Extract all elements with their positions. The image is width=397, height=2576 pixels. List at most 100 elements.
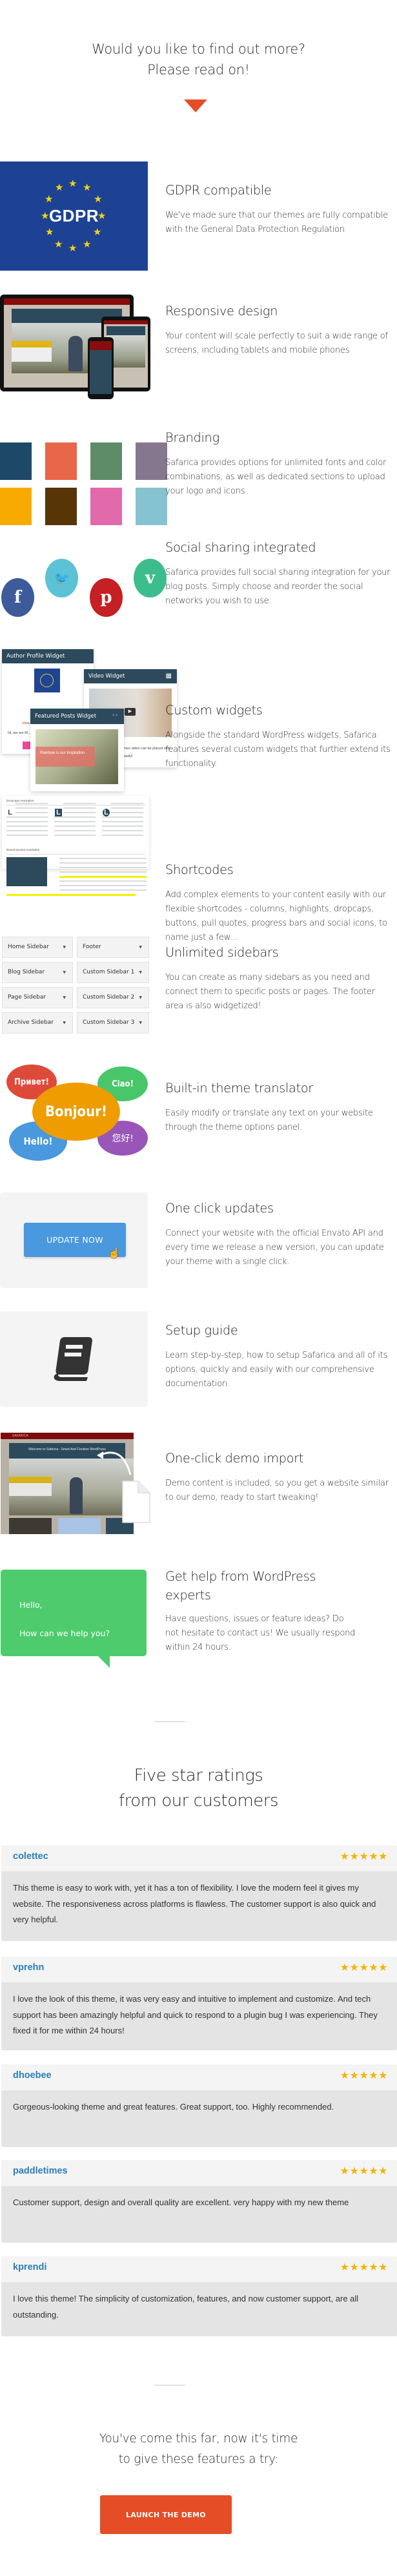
file-import-icon [97, 1451, 150, 1523]
reviewer-name[interactable]: kprendi [13, 2262, 46, 2272]
facebook-icon: f [1, 578, 34, 617]
feature-description: Learn step-by-step, how to setup Safaric… [165, 1351, 388, 1389]
color-swatch [90, 488, 122, 525]
sidebar-dropdown[interactable]: Page Sidebar ▼ [2, 987, 73, 1008]
feature-title: One click updates [165, 1201, 274, 1216]
sidebar-dropdown[interactable]: Archive Sidebar ▼ [2, 1012, 73, 1034]
feature-title: Responsive design [165, 304, 278, 318]
feature-description: Safarica provides options for unlimited … [165, 458, 387, 496]
reviewer-name[interactable]: vprehn [13, 1962, 44, 1973]
feature-description: Add complex elements to your content eas… [165, 890, 387, 942]
review-text: This theme is easy to work with, yet it … [13, 1883, 376, 1924]
feature-description: Have questions, issues or feature ideas?… [165, 1614, 356, 1652]
reviewer-name[interactable]: dhoebee [13, 2070, 52, 2081]
pinterest-icon: p [90, 578, 123, 617]
caret-down-icon: ▼ [139, 970, 142, 975]
play-icon: ▶ [125, 708, 136, 716]
caret-down-icon: ▼ [139, 1021, 142, 1025]
reviewer-name[interactable]: colettec [13, 1851, 48, 1862]
star-rating-icon: ★★★★★ [340, 2262, 388, 2273]
star-rating-icon: ★★★★★ [340, 2070, 388, 2081]
caret-down-icon: ▼ [63, 945, 66, 950]
feature-title: Unlimited sidebars [165, 945, 279, 960]
sidebar-dropdown[interactable]: Blog Sidebar ▼ [2, 962, 73, 983]
feature-title: GDPR compatible [165, 183, 272, 198]
feature-description: Your content will scale perfectly to sui… [165, 331, 388, 355]
caret-down-icon: ▼ [139, 945, 142, 950]
cta-heading: You've come this far, now it's time to g… [99, 2432, 298, 2466]
sidebar-label: Footer [83, 944, 101, 950]
setup-guide-panel [0, 1311, 148, 1407]
color-swatch [136, 442, 167, 480]
feature-title: Built-in theme translator [165, 1081, 313, 1096]
review-card: colettec ★★★★★ This theme is easy to work … [1, 1845, 397, 1941]
film-icon: ▦ [165, 672, 172, 680]
sidebar-label: Home Sidebar [8, 944, 49, 950]
feature-description: Easily modify or translate any text on y… [165, 1108, 373, 1132]
feature-description: You can create as many sidebars as you n… [165, 973, 375, 1011]
star-rating-icon: ★★★★★ [340, 1851, 388, 1862]
color-swatch [45, 442, 77, 480]
hand-cursor-icon: ☝ [108, 1248, 121, 1259]
feature-description: Connect your website with the official E… [165, 1229, 384, 1267]
caret-down-icon: ▼ [63, 970, 66, 975]
color-swatch [45, 488, 77, 525]
sidebar-label: Custom Sidebar 1 [83, 969, 135, 975]
launch-demo-button[interactable]: LAUNCH THE DEMO [100, 2495, 232, 2534]
star-rating-icon: ★★★★★ [340, 2166, 388, 2177]
review-card: vprehn ★★★★★ I love the look of this theme… [1, 1957, 397, 2050]
gdpr-badge-text: GDPR [48, 206, 99, 225]
reviewer-name[interactable]: paddletimes [13, 2166, 68, 2176]
shortcodes-text-lines [6, 803, 148, 914]
sidebar-dropdown[interactable]: Home Sidebar ▼ [2, 937, 73, 958]
feature-title: Branding [165, 430, 219, 445]
review-card: kprendi ★★★★★ I love this theme! The simpl… [1, 2256, 397, 2336]
intro-heading: Would you like to find out more? Please r… [0, 39, 397, 80]
sidebar-label: Page Sidebar [8, 994, 46, 1001]
review-card: dhoebee ★★★★★ Gorgeous-looking theme and g… [1, 2064, 397, 2147]
sidebar-dropdown[interactable]: Custom Sidebar 3 ▼ [77, 1012, 149, 1034]
review-text: I love the look of this theme, it was ve… [13, 1994, 378, 2035]
arrow-down-icon [184, 99, 207, 112]
sidebar-label: Archive Sidebar [8, 1019, 54, 1026]
intro-line-1: Would you like to find out more? [92, 41, 305, 57]
feature-title: Get help from WordPress experts [165, 1569, 316, 1603]
review-text: Gorgeous-looking theme and great feature… [13, 2102, 334, 2112]
sidebar-label: Custom Sidebar 2 [83, 994, 135, 1001]
feature-description: Alongside the standard WordPress widgets… [165, 731, 391, 769]
feature-title: Social sharing integrated [165, 540, 316, 555]
help-greeting: Hello, [19, 1600, 43, 1610]
phone-mockup [88, 337, 114, 399]
feature-description: Demo content is included, so you get a w… [165, 1479, 389, 1502]
review-card: paddletimes ★★★★★ Customer support, design… [1, 2160, 397, 2243]
color-swatch [0, 442, 32, 480]
ratings-heading: Five star ratings from our customers [118, 1766, 279, 1811]
feature-title: Custom widgets [165, 703, 263, 718]
feature-title: One-click demo import [165, 1451, 303, 1466]
vine-icon: v [134, 559, 167, 597]
sidebar-dropdown[interactable]: Custom Sidebar 1 ▼ [77, 962, 149, 983]
bubble-french: Bonjour! [32, 1083, 120, 1141]
caret-down-icon: ▼ [63, 995, 66, 1000]
feature-title: Setup guide [165, 1323, 238, 1338]
feature-description: Safarica provides full social sharing in… [165, 568, 391, 606]
sidebar-dropdown[interactable]: Footer ▼ [77, 937, 149, 958]
feature-title: Shortcodes [165, 862, 234, 877]
caret-down-icon: ▼ [63, 1021, 66, 1025]
twitter-icon: 🐦 [45, 559, 78, 597]
review-text: I love this theme! The simplicity of cus… [13, 2294, 359, 2320]
carousel-arrows-icon: ‹ › [112, 712, 117, 718]
intro-line-2: Please read on! [147, 62, 250, 78]
update-panel: UPDATE NOW ☝ [0, 1192, 148, 1288]
sidebar-label: Blog Sidebar [8, 969, 45, 975]
review-text: Customer support, design and overall qua… [13, 2197, 349, 2207]
section-divider [154, 1721, 185, 1722]
featured-post-image: Rainbow is our Inspiration [36, 729, 118, 784]
color-swatch [136, 488, 167, 525]
star-rating-icon: ★★★★★ [340, 1962, 388, 1973]
author-avatar [34, 669, 60, 692]
gdpr-flag-image: ★ ★ ★ ★ ★ ★ ★ ★ ★ ★ ★ ★ GDPR [0, 161, 148, 271]
boxed-quote [6, 857, 47, 886]
book-icon [54, 1337, 92, 1381]
sidebar-dropdown[interactable]: Custom Sidebar 2 ▼ [77, 987, 149, 1008]
